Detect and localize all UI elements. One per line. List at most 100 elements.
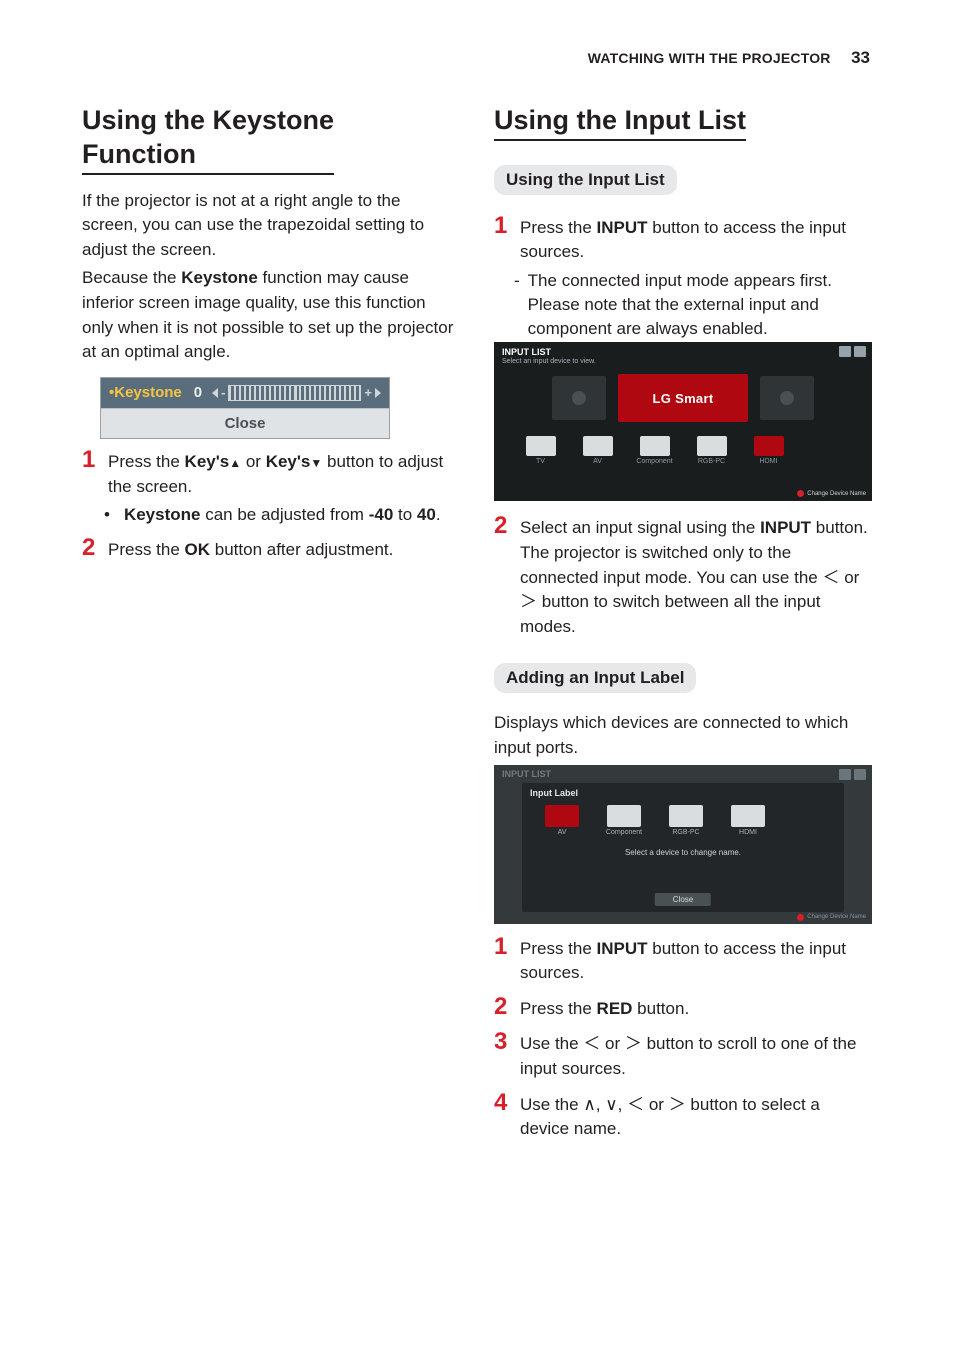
close-icon[interactable]	[854, 769, 866, 780]
dot-icon	[780, 391, 794, 405]
source-av[interactable]: AV	[573, 436, 622, 465]
step-body: Press the Key's or Key's button to adjus…	[108, 447, 460, 499]
right-step-1: 1 Press the INPUT button to access the i…	[494, 213, 872, 265]
slider-minus-icon: -	[221, 385, 225, 400]
preview-chip[interactable]	[552, 376, 606, 420]
source-hdmi[interactable]: HDMI	[722, 805, 774, 836]
fig-subtitle: Select an input device to view.	[502, 358, 596, 365]
keystone-title: Using the Keystone Function	[82, 104, 334, 175]
right-step-2: 2 Select an input signal using the INPUT…	[494, 513, 872, 639]
fig-title: INPUT LIST	[502, 769, 551, 779]
slider-track[interactable]	[228, 385, 361, 401]
keystone-slider-row: •Keystone 0 - +	[101, 378, 389, 408]
lg-smart-tile[interactable]: LG Smart	[618, 374, 748, 422]
right-column: Using the Input List Using the Input Lis…	[494, 104, 872, 1142]
rgbpc-icon	[669, 805, 703, 827]
panel-sources-row: AV Component RGB-PC HDMI	[522, 803, 844, 838]
gt-icon: ＞	[669, 1095, 686, 1114]
source-component[interactable]: Component	[598, 805, 650, 836]
source-rgbpc[interactable]: RGB-PC	[687, 436, 736, 465]
av-icon	[583, 436, 613, 456]
back-icon[interactable]	[839, 346, 851, 357]
back-icon[interactable]	[839, 769, 851, 780]
down-icon: ∨	[605, 1095, 617, 1114]
bottom-step-3: 3 Use the ＜ or ＞ button to scroll to one…	[494, 1029, 872, 1081]
keystone-value: 0	[194, 384, 202, 401]
source-rgbpc[interactable]: RGB-PC	[660, 805, 712, 836]
title-line: Using the Keystone	[82, 105, 334, 135]
bottom-step-1: 1 Press the INPUT button to access the i…	[494, 934, 872, 986]
left-step-1-note: Keystone can be adjusted from -40 to 40.	[104, 503, 460, 527]
left-step-2: 2 Press the OK button after adjustment.	[82, 535, 460, 563]
fig-title: INPUT LIST	[502, 347, 551, 357]
source-component[interactable]: Component	[630, 436, 679, 465]
right-step-1-note: - The connected input mode appears first…	[514, 269, 872, 340]
keystone-intro2: Because the Keystone function may cause …	[82, 266, 460, 365]
slider-plus-icon: +	[364, 385, 372, 400]
tv-icon	[526, 436, 556, 456]
step-body: Press the INPUT button to access the inp…	[520, 213, 872, 265]
keystone-label: •Keystone	[109, 384, 182, 401]
source-av[interactable]: AV	[536, 805, 588, 836]
step-number: 3	[494, 1029, 512, 1054]
source-tv[interactable]: TV	[516, 436, 565, 465]
hdmi-icon	[754, 436, 784, 456]
step-body: Select an input signal using the INPUT b…	[520, 513, 872, 639]
step-number: 1	[494, 934, 512, 959]
keystone-figure: •Keystone 0 - + Close	[100, 377, 390, 439]
hdmi-icon	[731, 805, 765, 827]
lt-icon: ＜	[583, 1034, 600, 1053]
triangle-up-icon	[229, 452, 241, 471]
step-number: 1	[494, 213, 512, 238]
step-body: Use the ＜ or ＞ button to scroll to one o…	[520, 1029, 872, 1081]
source-empty	[801, 436, 850, 465]
component-icon	[607, 805, 641, 827]
page-header: WATCHING WITH THE PROJECTOR 33	[82, 48, 872, 68]
input-label-panel: Input Label AV Component RGB-PC HDMI Sel…	[522, 783, 844, 912]
step-number: 2	[494, 994, 512, 1019]
red-dot-icon	[797, 914, 804, 921]
gt-icon: ＞	[520, 592, 537, 611]
fig-sources-row: TV AV Component RGB-PC HDMI	[516, 436, 850, 465]
dash-icon: -	[514, 269, 520, 340]
panel-title: Input Label	[522, 783, 844, 803]
panel-select-text: Select a device to change name.	[522, 848, 844, 857]
adding-label-desc: Displays which devices are connected to …	[494, 711, 872, 760]
lt-icon: ＜	[627, 1095, 644, 1114]
subhead-adding-input-label: Adding an Input Label	[494, 663, 696, 693]
left-column: Using the Keystone Function If the proje…	[82, 104, 460, 1142]
change-device-name-hint: Change Device Name	[797, 490, 866, 497]
panel-close-button[interactable]: Close	[655, 893, 711, 906]
step-number: 4	[494, 1090, 512, 1115]
fig-preview-row: LG Smart	[524, 372, 842, 424]
left-step-1: 1 Press the Key's or Key's button to adj…	[82, 447, 460, 499]
source-hdmi[interactable]: HDMI	[744, 436, 793, 465]
component-icon	[640, 436, 670, 456]
subhead-using-input-list: Using the Input List	[494, 165, 677, 195]
section-header: WATCHING WITH THE PROJECTOR	[588, 50, 831, 66]
red-dot-icon	[797, 490, 804, 497]
step-number: 1	[82, 447, 100, 472]
change-device-name-hint: Change Device Name	[797, 914, 866, 921]
step-number: 2	[82, 535, 100, 560]
up-icon: ∧	[583, 1095, 595, 1114]
preview-chip[interactable]	[760, 376, 814, 420]
slider-right-arrow-icon[interactable]	[375, 388, 381, 398]
title-line: Function	[82, 139, 196, 169]
bottom-step-2: 2 Press the RED button.	[494, 994, 872, 1022]
step-body: Press the OK button after adjustment.	[108, 535, 460, 563]
keystone-slider[interactable]: - +	[212, 384, 381, 402]
dot-icon	[572, 391, 586, 405]
lt-icon: ＜	[822, 568, 839, 587]
triangle-down-icon	[310, 452, 322, 471]
bullet-icon	[104, 503, 116, 527]
bottom-step-4: 4 Use the ∧, ∨, ＜ or ＞ button to select …	[494, 1090, 872, 1142]
keystone-intro: If the projector is not at a right angle…	[82, 189, 460, 263]
step-number: 2	[494, 513, 512, 538]
slider-left-arrow-icon[interactable]	[212, 388, 218, 398]
fig-window-icons	[839, 346, 866, 357]
close-icon[interactable]	[854, 346, 866, 357]
keystone-close-button[interactable]: Close	[101, 408, 389, 438]
step-body: Use the ∧, ∨, ＜ or ＞ button to select a …	[520, 1090, 872, 1142]
av-icon	[545, 805, 579, 827]
